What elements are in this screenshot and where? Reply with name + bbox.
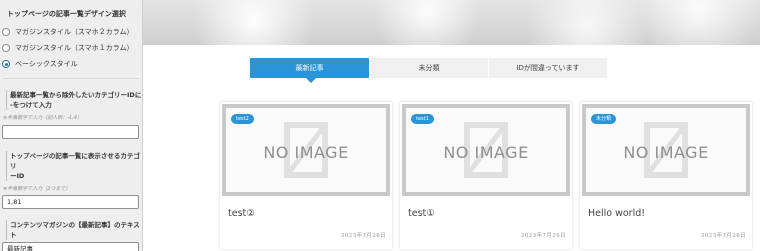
no-image-text: NO IMAGE	[623, 143, 709, 162]
article-card[interactable]: NO IMAGE test1 test① 2023年7月26日	[400, 102, 572, 249]
design-option-label: マガジンスタイル（スマホ１カラム）	[15, 44, 134, 52]
no-image-text: NO IMAGE	[443, 143, 529, 162]
radio-icon[interactable]	[2, 44, 10, 52]
article-card[interactable]: NO IMAGE test2 test② 2023年7月26日	[220, 102, 392, 249]
exclude-category-input[interactable]	[2, 125, 139, 139]
article-thumbnail[interactable]: NO IMAGE test1	[402, 104, 570, 196]
article-date: 2023年7月26日	[521, 233, 566, 239]
design-option-label: マガジンスタイル（スマホ２カラム）	[15, 28, 134, 36]
article-date: 2023年7月26日	[341, 233, 386, 239]
tab-latest[interactable]: 最新記事	[250, 58, 369, 78]
tab-invalid-id[interactable]: IDが間違っています	[489, 58, 607, 78]
design-option-magazine-2col[interactable]: マガジンスタイル（スマホ２カラム）	[2, 24, 142, 40]
exclude-category-label: 最新記事一覧から除外したいカテゴリーIDに -をつけて入力	[6, 90, 142, 110]
divider	[3, 78, 139, 79]
show-category-input[interactable]: 1,81	[2, 195, 139, 209]
show-category-description: ※半角数字で入力（2つまで）	[3, 186, 71, 192]
article-title[interactable]: test②	[228, 208, 255, 219]
design-option-basic[interactable]: ベーシックスタイル	[2, 56, 142, 72]
exclude-category-description: ※半角数字で入力（記入例：-1,4）	[3, 115, 82, 121]
customizer-sidebar: トップページの記事一覧デザイン選択 マガジンスタイル（スマホ２カラム） マガジン…	[0, 0, 143, 251]
category-badge[interactable]: test1	[411, 114, 434, 124]
magazine-text-label: コンテンツマガジンの【最新記事】のテキス ト	[6, 220, 142, 240]
article-thumbnail[interactable]: NO IMAGE 未分類	[582, 104, 750, 196]
design-option-magazine-1col[interactable]: マガジンスタイル（スマホ１カラム）	[2, 40, 142, 56]
show-category-label: トップページの記事一覧に表示させるカテゴリ ーID	[6, 151, 142, 181]
active-tab-arrow	[306, 78, 316, 83]
radio-checked-icon[interactable]	[2, 60, 10, 68]
preview-content: 最新記事 未分類 IDが間違っています NO IMAGE test2 test②…	[143, 45, 760, 251]
category-badge[interactable]: 未分類	[591, 114, 617, 124]
no-image-text: NO IMAGE	[263, 143, 349, 162]
article-title[interactable]: Hello world!	[588, 208, 645, 219]
magazine-text-input[interactable]: 最新記事	[2, 242, 139, 251]
radio-icon[interactable]	[2, 28, 10, 36]
article-card[interactable]: NO IMAGE 未分類 Hello world! 2023年7月26日	[580, 102, 752, 249]
category-badge[interactable]: test2	[231, 114, 254, 124]
design-option-label: ベーシックスタイル	[15, 60, 78, 68]
article-date: 2023年7月26日	[701, 233, 746, 239]
design-section-title: トップページの記事一覧デザイン選択	[7, 10, 126, 18]
tab-uncategorized[interactable]: 未分類	[370, 58, 488, 78]
article-thumbnail[interactable]: NO IMAGE test2	[222, 104, 390, 196]
article-title[interactable]: test①	[408, 208, 435, 219]
header-banner	[143, 0, 760, 45]
